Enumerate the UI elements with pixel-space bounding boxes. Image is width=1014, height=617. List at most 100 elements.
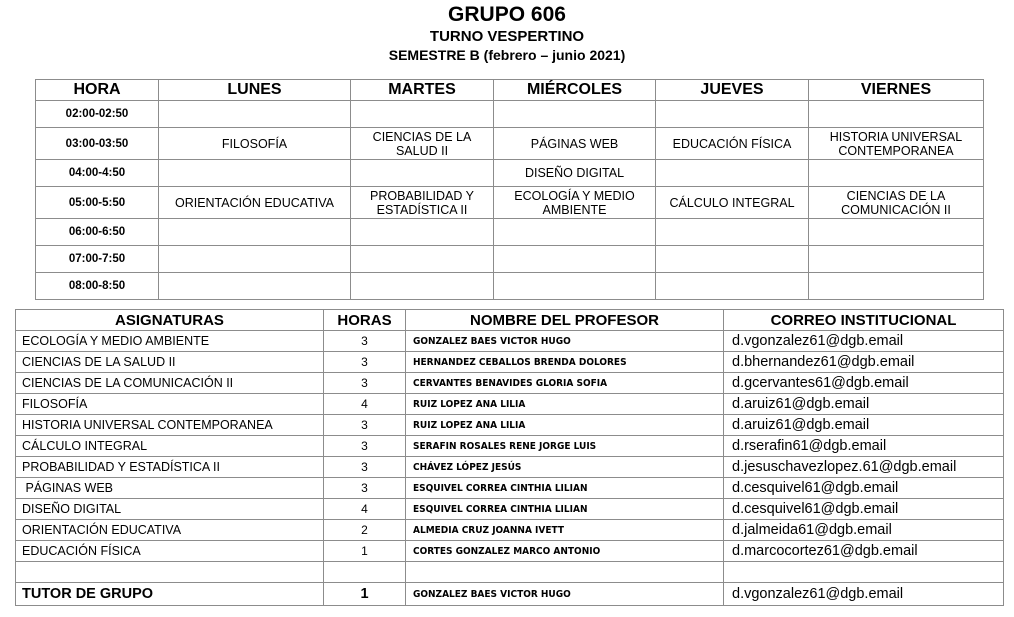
tutor-email: d.vgonzalez61@dgb.email: [723, 582, 1004, 606]
blank-cell: [405, 561, 724, 583]
schedule-cell: [655, 245, 809, 273]
teacher-email: d.jesuschavezlopez.61@dgb.email: [723, 456, 1004, 478]
teacher-name: RUIZ LOPEZ ANA LILIA: [405, 414, 724, 436]
teacher-name: HERNANDEZ CEBALLOS BRENDA DOLORES: [405, 351, 724, 373]
schedule-cell: [350, 100, 494, 128]
subjects-header-row: ASIGNATURAS HORAS NOMBRE DEL PROFESOR CO…: [15, 309, 1004, 331]
schedule-cell: [655, 218, 809, 246]
subject-hours: 2: [323, 519, 406, 541]
schedule-cell: ECOLOGÍA Y MEDIO AMBIENTE: [493, 186, 656, 219]
subject-name: PÁGINAS WEB: [15, 477, 324, 499]
subject-hours: 3: [323, 456, 406, 478]
subject-row: ECOLOGÍA Y MEDIO AMBIENTE 3 GONZALEZ BAE…: [15, 330, 1004, 352]
schedule-row: 04:00-4:50 DISEÑO DIGITAL: [35, 159, 984, 187]
schedule-row: 05:00-5:50 ORIENTACIÓN EDUCATIVA PROBABI…: [35, 186, 984, 219]
schedule-cell: PROBABILIDAD Y ESTADÍSTICA II: [350, 186, 494, 219]
schedule-hour: 07:00-7:50: [35, 245, 159, 273]
schedule-cell: [493, 100, 656, 128]
semester-subtitle: SEMESTRE B (febrero – junio 2021): [388, 47, 626, 63]
schedule-hour: 02:00-02:50: [35, 100, 159, 128]
schedule-table: HORA LUNES MARTES MIÉRCOLES JUEVES VIERN…: [35, 79, 984, 300]
schedule-cell: [655, 100, 809, 128]
schedule-cell: [158, 218, 351, 246]
subject-row: FILOSOFÍA 4 RUIZ LOPEZ ANA LILIA d.aruiz…: [15, 393, 1004, 415]
schedule-cell: [808, 218, 984, 246]
blank-cell: [723, 561, 1004, 583]
subject-hours: 3: [323, 351, 406, 373]
teacher-name: CHÁVEZ LÓPEZ JESÚS: [405, 456, 724, 478]
teacher-email: d.aruiz61@dgb.email: [723, 393, 1004, 415]
blank-cell: [323, 561, 406, 583]
teacher-name: ALMEDIA CRUZ JOANNA IVETT: [405, 519, 724, 541]
schedule-cell: [350, 159, 494, 187]
schedule-cell: EDUCACIÓN FÍSICA: [655, 127, 809, 160]
schedule-cell: [808, 100, 984, 128]
group-title: GRUPO 606: [448, 3, 566, 26]
subject-row: CIENCIAS DE LA COMUNICACIÓN II 3 CERVANT…: [15, 372, 1004, 394]
schedule-cell: [350, 245, 494, 273]
subject-hours: 3: [323, 414, 406, 436]
teacher-email: d.gcervantes61@dgb.email: [723, 372, 1004, 394]
blank-cell: [15, 561, 324, 583]
schedule-cell: [158, 100, 351, 128]
schedule-cell: [493, 218, 656, 246]
schedule-cell: PÁGINAS WEB: [493, 127, 656, 160]
schedule-row: 03:00-03:50 FILOSOFÍA CIENCIAS DE LA SAL…: [35, 127, 984, 160]
teacher-name: CORTES GONZALEZ MARCO ANTONIO: [405, 540, 724, 562]
schedule-cell: [808, 245, 984, 273]
subject-name: ECOLOGÍA Y MEDIO AMBIENTE: [15, 330, 324, 352]
schedule-hour: 04:00-4:50: [35, 159, 159, 187]
schedule-row: 08:00-8:50: [35, 272, 984, 300]
tutor-teacher-name: GONZALEZ BAES VICTOR HUGO: [405, 582, 724, 606]
schedule-cell: CIENCIAS DE LA COMUNICACIÓN II: [808, 186, 984, 219]
subject-row: CÁLCULO INTEGRAL 3 SERAFIN ROSALES RENE …: [15, 435, 1004, 457]
subject-row: PROBABILIDAD Y ESTADÍSTICA II 3 CHÁVEZ L…: [15, 456, 1004, 478]
tutor-hours: 1: [323, 582, 406, 606]
subject-name: CIENCIAS DE LA SALUD II: [15, 351, 324, 373]
schedule-hour: 08:00-8:50: [35, 272, 159, 300]
schedule-row: 02:00-02:50: [35, 100, 984, 128]
teacher-email: d.cesquivel61@dgb.email: [723, 477, 1004, 499]
schedule-cell: DISEÑO DIGITAL: [493, 159, 656, 187]
schedule-col-header: MIÉRCOLES: [493, 79, 656, 101]
schedule-hour: 06:00-6:50: [35, 218, 159, 246]
schedule-row: 07:00-7:50: [35, 245, 984, 273]
subjects-col-header: CORREO INSTITUCIONAL: [723, 309, 1004, 331]
teacher-name: CERVANTES BENAVIDES GLORIA SOFIA: [405, 372, 724, 394]
subject-name: CIENCIAS DE LA COMUNICACIÓN II: [15, 372, 324, 394]
schedule-cell: [808, 272, 984, 300]
schedule-cell: CIENCIAS DE LA SALUD II: [350, 127, 494, 160]
schedule-col-header: LUNES: [158, 79, 351, 101]
teacher-email: d.cesquivel61@dgb.email: [723, 498, 1004, 520]
subject-hours: 1: [323, 540, 406, 562]
tutor-label: TUTOR DE GRUPO: [15, 582, 324, 606]
subjects-col-header: ASIGNATURAS: [15, 309, 324, 331]
teacher-email: d.rserafin61@dgb.email: [723, 435, 1004, 457]
schedule-cell: CÁLCULO INTEGRAL: [655, 186, 809, 219]
subject-name: PROBABILIDAD Y ESTADÍSTICA II: [15, 456, 324, 478]
subject-name: ORIENTACIÓN EDUCATIVA: [15, 519, 324, 541]
teacher-name: ESQUIVEL CORREA CINTHIA LILIAN: [405, 498, 724, 520]
schedule-hour: 03:00-03:50: [35, 127, 159, 160]
subject-hours: 3: [323, 435, 406, 457]
subjects-col-header: NOMBRE DEL PROFESOR: [405, 309, 724, 331]
subject-row: PÁGINAS WEB 3 ESQUIVEL CORREA CINTHIA LI…: [15, 477, 1004, 499]
schedule-cell: [158, 159, 351, 187]
teacher-name: GONZALEZ BAES VICTOR HUGO: [405, 330, 724, 352]
teacher-email: d.aruiz61@dgb.email: [723, 414, 1004, 436]
schedule-col-header: HORA: [35, 79, 159, 101]
teacher-email: d.vgonzalez61@dgb.email: [723, 330, 1004, 352]
subject-row: ORIENTACIÓN EDUCATIVA 2 ALMEDIA CRUZ JOA…: [15, 519, 1004, 541]
schedule-cell: [350, 218, 494, 246]
schedule-cell: [808, 159, 984, 187]
teacher-email: d.marcocortez61@dgb.email: [723, 540, 1004, 562]
subject-name: FILOSOFÍA: [15, 393, 324, 415]
schedule-row: 06:00-6:50: [35, 218, 984, 246]
schedule-cell: [655, 272, 809, 300]
schedule-cell: [493, 272, 656, 300]
schedule-col-header: VIERNES: [808, 79, 984, 101]
teacher-name: SERAFIN ROSALES RENE JORGE LUIS: [405, 435, 724, 457]
schedule-col-header: JUEVES: [655, 79, 809, 101]
subject-row: CIENCIAS DE LA SALUD II 3 HERNANDEZ CEBA…: [15, 351, 1004, 373]
subject-hours: 4: [323, 393, 406, 415]
